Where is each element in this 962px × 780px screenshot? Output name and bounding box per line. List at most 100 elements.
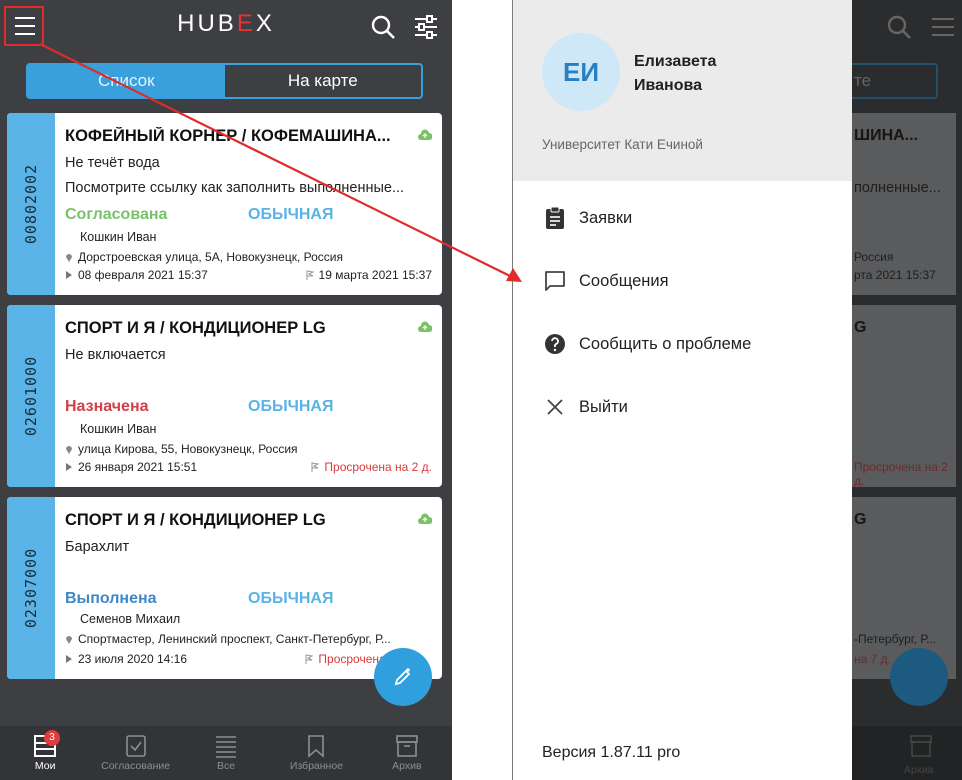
request-comment: полненные...	[854, 180, 941, 196]
request-title: G	[854, 511, 867, 528]
search-icon[interactable]	[370, 14, 396, 40]
app-version: Версия 1.87.11 pro	[542, 744, 681, 761]
due-date-text: 19 марта 2021 15:37	[318, 268, 432, 282]
notification-badge: 3	[44, 730, 60, 746]
close-icon	[547, 399, 563, 415]
address: улица Кирова, 55, Новокузнецк, Россия	[65, 442, 435, 456]
status-label: Согласована	[65, 206, 168, 223]
filter-icon[interactable]	[413, 14, 439, 40]
status-label: Назначена	[65, 398, 149, 415]
avatar[interactable]: ЕИ	[542, 33, 620, 111]
address-text: улица Кирова, 55, Новокузнецк, Россия	[78, 442, 298, 456]
help-icon	[545, 334, 565, 354]
start-date: 08 февраля 2021 15:37	[65, 268, 208, 282]
view-toggle: Список На карте	[26, 63, 423, 99]
request-number: 02307000	[22, 547, 40, 629]
nav-label: Все	[216, 760, 236, 772]
bottom-navigation: 3 Мои Согласование Все Избранное Архив	[0, 726, 452, 780]
play-icon	[66, 271, 72, 279]
nav-item-all[interactable]: Все	[181, 726, 271, 780]
drawer-header: ЕИ Елизавета Иванова Университет Кати Ечи…	[513, 0, 852, 181]
request-card[interactable]: 02307000 СПОРТ И Я / КОНДИЦИОНЕР LG Бара…	[7, 497, 442, 679]
list-icon	[216, 736, 237, 758]
address-text: Спортмастер, Ленинский проспект, Санкт-П…	[78, 632, 391, 646]
request-card[interactable]: 02601000 СПОРТ И Я / КОНДИЦИОНЕР LG Не в…	[7, 305, 442, 487]
cloud-sync-icon	[418, 321, 432, 332]
tab-map[interactable]: На карте	[225, 65, 422, 97]
approval-icon	[125, 735, 146, 757]
drawer-item-label: Заявки	[579, 208, 633, 227]
drawer-item-label: Сообщить о проблеме	[579, 334, 752, 353]
assignee-name: Кошкин Иван	[80, 230, 157, 244]
request-card: G Просрочена на 2 д.	[852, 305, 956, 488]
request-description: Не включается	[65, 347, 166, 363]
request-number-strip: 02601000	[7, 305, 55, 487]
cloud-sync-icon	[418, 129, 432, 140]
request-card: ШИНА... полненные... Россия рта 2021 15:…	[852, 113, 956, 295]
request-description: Не течёт вода	[65, 155, 160, 171]
request-title: СПОРТ И Я / КОНДИЦИОНЕР LG	[65, 319, 326, 337]
nav-label: Архив	[904, 764, 934, 776]
bookmark-icon	[308, 735, 325, 758]
tab-list[interactable]: Список	[28, 65, 225, 97]
bottom-navigation: Архив	[852, 726, 962, 780]
navigation-drawer: ЕИ Елизавета Иванова Университет Кати Ечи…	[513, 0, 852, 780]
user-last-name: Иванова	[634, 77, 702, 94]
start-date-text: 26 января 2021 15:51	[78, 460, 198, 474]
drawer-open-screen: те ШИНА... полненные... Россия рта 2021 …	[512, 0, 962, 780]
drawer-item-label: Выйти	[579, 397, 628, 416]
create-request-button[interactable]	[374, 648, 432, 706]
request-title: ШИНА...	[854, 127, 919, 144]
start-date-text: 08 февраля 2021 15:37	[78, 268, 208, 282]
organization-name: Университет Кати Ечиной	[542, 137, 703, 152]
nav-item-approval[interactable]: Согласование	[90, 726, 180, 780]
location-pin-icon	[66, 446, 72, 454]
nav-label: Мои	[34, 760, 56, 772]
status-label: Выполнена	[65, 590, 157, 607]
due-date: Просрочена на 2 д.	[854, 460, 948, 488]
message-icon	[545, 271, 565, 291]
priority-label: ОБЫЧНАЯ	[248, 398, 334, 415]
play-icon	[66, 655, 72, 663]
request-title: G	[854, 319, 867, 336]
priority-label: ОБЫЧНАЯ	[248, 590, 334, 607]
user-name: Елизавета Иванова	[634, 50, 716, 98]
clipboard-icon	[546, 206, 564, 229]
nav-item-archive[interactable]: Архив	[362, 726, 452, 780]
request-description: Барахлит	[65, 539, 130, 555]
assignee-name: Кошкин Иван	[80, 422, 157, 436]
user-first-name: Елизавета	[634, 53, 717, 70]
drawer-item-label: Сообщения	[579, 271, 669, 290]
request-number: 02601000	[22, 355, 40, 437]
start-date: 23 июля 2020 14:16	[65, 652, 187, 666]
drawer-item-messages[interactable]: Сообщения	[544, 270, 669, 292]
nav-item-favorites[interactable]: Избранное	[271, 726, 361, 780]
create-request-button	[890, 648, 948, 706]
request-number-strip: 02307000	[7, 497, 55, 679]
assignee-name: Семенов Михаил	[80, 612, 181, 626]
nav-label: Архив	[392, 760, 422, 772]
request-title: СПОРТ И Я / КОНДИЦИОНЕР LG	[65, 511, 326, 529]
due-date: рта 2021 15:37	[854, 268, 936, 282]
due-date-text: Просрочена на 2 д.	[324, 460, 432, 474]
address-text: Дорстроевская улица, 5А, Новокузнецк, Ро…	[78, 250, 343, 264]
address: -Петербург, Р...	[854, 632, 937, 646]
address: Россия	[854, 250, 894, 264]
location-pin-icon	[66, 636, 72, 644]
archive-icon	[396, 735, 418, 757]
request-card[interactable]: 00802002 КОФЕЙНЫЙ КОРНЕР / КОФЕМАШИНА...…	[7, 113, 442, 295]
request-title: КОФЕЙНЫЙ КОРНЕР / КОФЕМАШИНА...	[65, 127, 391, 145]
nav-label: Согласование	[101, 760, 171, 772]
address: Спортмастер, Ленинский проспект, Санкт-П…	[65, 632, 435, 646]
search-icon	[887, 15, 911, 39]
tab-map: те	[852, 63, 938, 99]
flag-icon	[306, 270, 314, 280]
nav-item-mine[interactable]: 3 Мои	[0, 726, 90, 780]
start-date: 26 января 2021 15:51	[65, 460, 197, 474]
request-number-strip: 00802002	[7, 113, 55, 295]
edit-icon	[394, 668, 411, 686]
drawer-item-logout[interactable]: Выйти	[544, 396, 628, 418]
cloud-sync-icon	[418, 513, 432, 524]
drawer-item-requests[interactable]: Заявки	[544, 206, 632, 230]
drawer-item-report-problem[interactable]: Сообщить о проблеме	[544, 333, 751, 355]
